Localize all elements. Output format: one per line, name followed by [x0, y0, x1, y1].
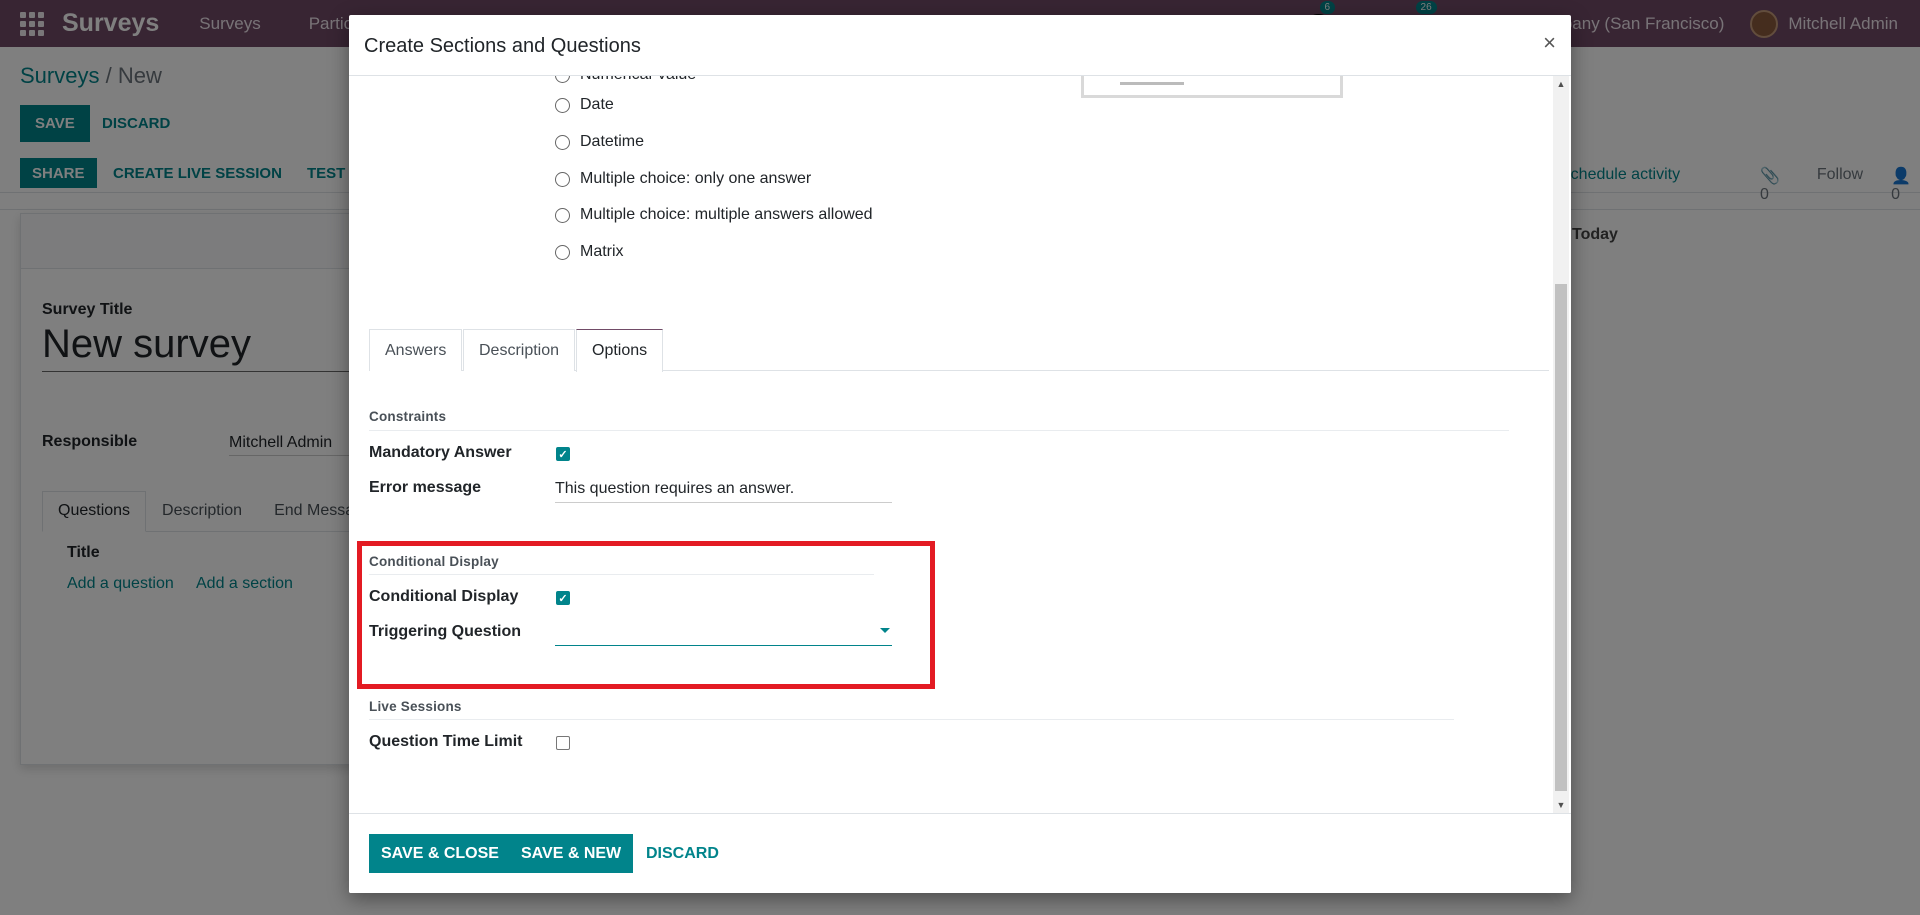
- error-message-label: Error message: [369, 479, 482, 496]
- tab-answers[interactable]: Answers: [369, 329, 463, 371]
- constraints-group-title: Constraints: [369, 409, 447, 424]
- radio-button[interactable]: [555, 171, 570, 187]
- scroll-up-icon[interactable]: ▲: [1556, 79, 1566, 89]
- modal-title: Create Sections and Questions: [364, 35, 641, 57]
- radio-multiple-choice-multi[interactable]: Multiple choice: multiple answers allowe…: [555, 206, 873, 224]
- question-time-limit-checkbox[interactable]: [556, 736, 570, 750]
- discard-button[interactable]: DISCARD: [642, 834, 723, 873]
- chevron-down-icon[interactable]: [880, 628, 890, 633]
- mandatory-answer-label: Mandatory Answer: [369, 444, 512, 461]
- radio-datetime[interactable]: Datetime: [555, 133, 644, 151]
- conditional-display-label: Conditional Display: [369, 588, 519, 605]
- radio-button[interactable]: [555, 76, 570, 83]
- radio-multiple-choice-one[interactable]: Multiple choice: only one answer: [555, 170, 811, 188]
- mandatory-answer-checkbox[interactable]: ✓: [556, 447, 570, 461]
- radio-numerical-value[interactable]: Numerical Value: [555, 76, 696, 84]
- group-divider: [369, 430, 1509, 431]
- tab-description[interactable]: Description: [463, 329, 576, 371]
- radio-label: Numerical Value: [580, 76, 696, 84]
- group-divider: [369, 574, 874, 575]
- radio-button[interactable]: [555, 134, 570, 150]
- radio-button[interactable]: [555, 207, 570, 223]
- radio-matrix[interactable]: Matrix: [555, 243, 624, 261]
- radio-label: Datetime: [580, 133, 645, 150]
- create-question-dialog: Create Sections and Questions × Numerica…: [349, 15, 1571, 893]
- conditional-display-checkbox[interactable]: ✓: [556, 591, 570, 605]
- radio-button[interactable]: [555, 97, 570, 113]
- group-divider: [369, 719, 1454, 720]
- close-icon[interactable]: ×: [1543, 30, 1556, 56]
- scroll-down-icon[interactable]: ▼: [1556, 800, 1566, 810]
- radio-label: Matrix: [580, 243, 624, 260]
- save-close-button[interactable]: SAVE & CLOSE: [369, 834, 511, 873]
- radio-label: Multiple choice: only one answer: [580, 170, 812, 187]
- modal-footer: SAVE & CLOSE SAVE & NEW DISCARD: [349, 813, 1571, 893]
- question-time-limit-label: Question Time Limit: [369, 733, 523, 750]
- triggering-question-label: Triggering Question: [369, 623, 522, 640]
- radio-date[interactable]: Date: [555, 96, 614, 114]
- modal-body: Numerical Value Date Datetime Multiple c…: [349, 76, 1571, 813]
- question-notebook-tabs: Answers Description Options: [369, 329, 1549, 372]
- save-new-button[interactable]: SAVE & NEW: [509, 834, 634, 873]
- modal-scrollbar[interactable]: ▲ ▼: [1553, 76, 1569, 813]
- radio-label: Multiple choice: multiple answers allowe…: [580, 206, 873, 223]
- error-message-input[interactable]: This question requires an answer.: [555, 480, 892, 503]
- conditional-display-group-title: Conditional Display: [369, 554, 499, 569]
- tab-options[interactable]: Options: [576, 329, 664, 372]
- radio-label: Date: [580, 96, 614, 113]
- scrollbar-thumb[interactable]: [1555, 284, 1567, 791]
- modal-header: Create Sections and Questions ×: [349, 15, 1571, 76]
- triggering-question-select[interactable]: [555, 620, 892, 646]
- live-sessions-group-title: Live Sessions: [369, 699, 462, 714]
- question-preview-image: [1081, 76, 1343, 98]
- radio-button[interactable]: [555, 244, 570, 260]
